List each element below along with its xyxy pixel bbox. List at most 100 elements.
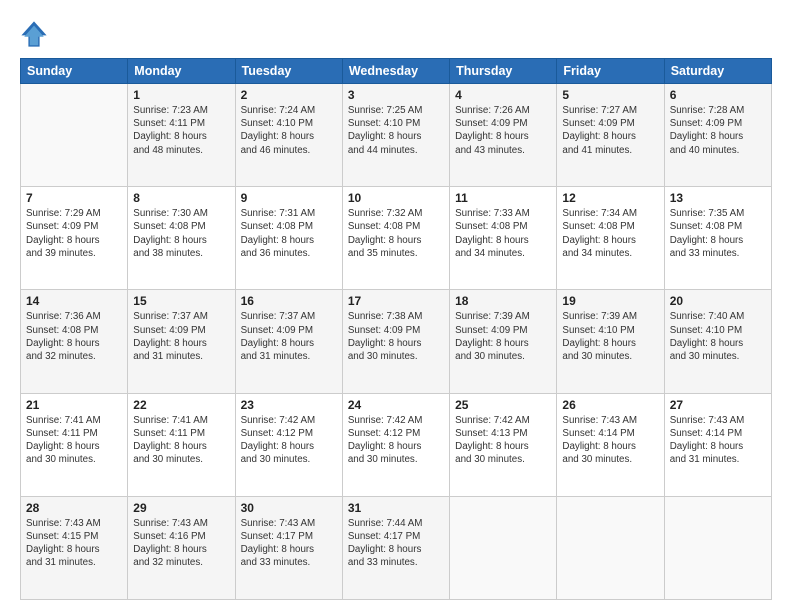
day-number: 28 — [26, 501, 122, 515]
day-info: Sunrise: 7:32 AM Sunset: 4:08 PM Dayligh… — [348, 207, 444, 260]
logo-icon — [20, 20, 48, 48]
day-cell: 18 Sunrise: 7:39 AM Sunset: 4:09 PM Dayli… — [450, 290, 557, 393]
day-number: 1 — [133, 88, 229, 102]
day-info: Sunrise: 7:41 AM Sunset: 4:11 PM Dayligh… — [133, 414, 229, 467]
day-cell: 8 Sunrise: 7:30 AM Sunset: 4:08 PM Daylig… — [128, 187, 235, 290]
day-cell: 5Sunrise: 7:27 AM Sunset: 4:09 PM Daylig… — [557, 84, 664, 187]
day-cell: 4Sunrise: 7:26 AM Sunset: 4:09 PM Daylig… — [450, 84, 557, 187]
day-number: 22 — [133, 398, 229, 412]
day-number: 7 — [26, 191, 122, 205]
day-info: Sunrise: 7:37 AM Sunset: 4:09 PM Dayligh… — [133, 310, 229, 363]
day-cell: 25 Sunrise: 7:42 AM Sunset: 4:13 PM Dayli… — [450, 393, 557, 496]
day-info: Sunrise: 7:27 AM Sunset: 4:09 PM Dayligh… — [562, 104, 658, 157]
day-cell: 17 Sunrise: 7:38 AM Sunset: 4:09 PM Dayli… — [342, 290, 449, 393]
day-info: Sunrise: 7:38 AM Sunset: 4:09 PM Dayligh… — [348, 310, 444, 363]
day-cell — [664, 496, 771, 599]
day-number: 2 — [241, 88, 337, 102]
day-cell: 29 Sunrise: 7:43 AM Sunset: 4:16 PM Dayli… — [128, 496, 235, 599]
page: SundayMondayTuesdayWednesdayThursdayFrid… — [0, 0, 792, 612]
day-number: 15 — [133, 294, 229, 308]
day-cell: 12 Sunrise: 7:34 AM Sunset: 4:08 PM Dayli… — [557, 187, 664, 290]
col-header-tuesday: Tuesday — [235, 59, 342, 84]
day-info: Sunrise: 7:31 AM Sunset: 4:08 PM Dayligh… — [241, 207, 337, 260]
day-info: Sunrise: 7:44 AM Sunset: 4:17 PM Dayligh… — [348, 517, 444, 570]
day-number: 12 — [562, 191, 658, 205]
week-row-1: 1Sunrise: 7:23 AM Sunset: 4:11 PM Daylig… — [21, 84, 772, 187]
day-number: 17 — [348, 294, 444, 308]
day-info: Sunrise: 7:29 AM Sunset: 4:09 PM Dayligh… — [26, 207, 122, 260]
col-header-saturday: Saturday — [664, 59, 771, 84]
day-info: Sunrise: 7:43 AM Sunset: 4:15 PM Dayligh… — [26, 517, 122, 570]
col-header-friday: Friday — [557, 59, 664, 84]
day-number: 19 — [562, 294, 658, 308]
day-info: Sunrise: 7:26 AM Sunset: 4:09 PM Dayligh… — [455, 104, 551, 157]
day-cell: 26Sunrise: 7:43 AM Sunset: 4:14 PM Dayli… — [557, 393, 664, 496]
calendar-table: SundayMondayTuesdayWednesdayThursdayFrid… — [20, 58, 772, 600]
week-row-5: 28 Sunrise: 7:43 AM Sunset: 4:15 PM Dayli… — [21, 496, 772, 599]
col-header-monday: Monday — [128, 59, 235, 84]
day-info: Sunrise: 7:36 AM Sunset: 4:08 PM Dayligh… — [26, 310, 122, 363]
day-number: 24 — [348, 398, 444, 412]
day-cell: 27 Sunrise: 7:43 AM Sunset: 4:14 PM Dayli… — [664, 393, 771, 496]
day-cell: 10Sunrise: 7:32 AM Sunset: 4:08 PM Dayli… — [342, 187, 449, 290]
day-info: Sunrise: 7:42 AM Sunset: 4:13 PM Dayligh… — [455, 414, 551, 467]
day-info: Sunrise: 7:28 AM Sunset: 4:09 PM Dayligh… — [670, 104, 766, 157]
day-info: Sunrise: 7:41 AM Sunset: 4:11 PM Dayligh… — [26, 414, 122, 467]
day-number: 21 — [26, 398, 122, 412]
day-header-row: SundayMondayTuesdayWednesdayThursdayFrid… — [21, 59, 772, 84]
day-info: Sunrise: 7:33 AM Sunset: 4:08 PM Dayligh… — [455, 207, 551, 260]
day-info: Sunrise: 7:42 AM Sunset: 4:12 PM Dayligh… — [348, 414, 444, 467]
day-number: 30 — [241, 501, 337, 515]
day-cell: 6 Sunrise: 7:28 AM Sunset: 4:09 PM Daylig… — [664, 84, 771, 187]
day-number: 8 — [133, 191, 229, 205]
day-info: Sunrise: 7:25 AM Sunset: 4:10 PM Dayligh… — [348, 104, 444, 157]
day-number: 16 — [241, 294, 337, 308]
day-cell: 3 Sunrise: 7:25 AM Sunset: 4:10 PM Daylig… — [342, 84, 449, 187]
col-header-wednesday: Wednesday — [342, 59, 449, 84]
day-number: 14 — [26, 294, 122, 308]
day-cell: 31 Sunrise: 7:44 AM Sunset: 4:17 PM Dayli… — [342, 496, 449, 599]
day-cell: 1Sunrise: 7:23 AM Sunset: 4:11 PM Daylig… — [128, 84, 235, 187]
day-cell: 9 Sunrise: 7:31 AM Sunset: 4:08 PM Daylig… — [235, 187, 342, 290]
day-cell: 16 Sunrise: 7:37 AM Sunset: 4:09 PM Dayli… — [235, 290, 342, 393]
day-number: 9 — [241, 191, 337, 205]
day-cell — [450, 496, 557, 599]
day-cell: 2 Sunrise: 7:24 AM Sunset: 4:10 PM Daylig… — [235, 84, 342, 187]
day-cell — [21, 84, 128, 187]
day-cell: 30 Sunrise: 7:43 AM Sunset: 4:17 PM Dayli… — [235, 496, 342, 599]
day-number: 13 — [670, 191, 766, 205]
day-info: Sunrise: 7:40 AM Sunset: 4:10 PM Dayligh… — [670, 310, 766, 363]
day-info: Sunrise: 7:43 AM Sunset: 4:16 PM Dayligh… — [133, 517, 229, 570]
week-row-4: 21 Sunrise: 7:41 AM Sunset: 4:11 PM Dayli… — [21, 393, 772, 496]
day-info: Sunrise: 7:35 AM Sunset: 4:08 PM Dayligh… — [670, 207, 766, 260]
day-number: 6 — [670, 88, 766, 102]
day-info: Sunrise: 7:24 AM Sunset: 4:10 PM Dayligh… — [241, 104, 337, 157]
day-number: 29 — [133, 501, 229, 515]
day-cell: 15 Sunrise: 7:37 AM Sunset: 4:09 PM Dayli… — [128, 290, 235, 393]
day-cell — [557, 496, 664, 599]
day-cell: 23Sunrise: 7:42 AM Sunset: 4:12 PM Dayli… — [235, 393, 342, 496]
day-info: Sunrise: 7:37 AM Sunset: 4:09 PM Dayligh… — [241, 310, 337, 363]
week-row-3: 14 Sunrise: 7:36 AM Sunset: 4:08 PM Dayli… — [21, 290, 772, 393]
day-cell: 28 Sunrise: 7:43 AM Sunset: 4:15 PM Dayli… — [21, 496, 128, 599]
day-number: 25 — [455, 398, 551, 412]
day-cell: 20 Sunrise: 7:40 AM Sunset: 4:10 PM Dayli… — [664, 290, 771, 393]
col-header-thursday: Thursday — [450, 59, 557, 84]
day-number: 3 — [348, 88, 444, 102]
day-info: Sunrise: 7:43 AM Sunset: 4:14 PM Dayligh… — [670, 414, 766, 467]
day-number: 27 — [670, 398, 766, 412]
day-cell: 13 Sunrise: 7:35 AM Sunset: 4:08 PM Dayli… — [664, 187, 771, 290]
day-number: 20 — [670, 294, 766, 308]
day-cell: 19Sunrise: 7:39 AM Sunset: 4:10 PM Dayli… — [557, 290, 664, 393]
day-info: Sunrise: 7:30 AM Sunset: 4:08 PM Dayligh… — [133, 207, 229, 260]
day-info: Sunrise: 7:43 AM Sunset: 4:17 PM Dayligh… — [241, 517, 337, 570]
day-number: 18 — [455, 294, 551, 308]
day-info: Sunrise: 7:43 AM Sunset: 4:14 PM Dayligh… — [562, 414, 658, 467]
day-cell: 21 Sunrise: 7:41 AM Sunset: 4:11 PM Dayli… — [21, 393, 128, 496]
day-number: 11 — [455, 191, 551, 205]
day-number: 31 — [348, 501, 444, 515]
day-info: Sunrise: 7:34 AM Sunset: 4:08 PM Dayligh… — [562, 207, 658, 260]
day-info: Sunrise: 7:39 AM Sunset: 4:09 PM Dayligh… — [455, 310, 551, 363]
day-cell: 22 Sunrise: 7:41 AM Sunset: 4:11 PM Dayli… — [128, 393, 235, 496]
day-cell: 24 Sunrise: 7:42 AM Sunset: 4:12 PM Dayli… — [342, 393, 449, 496]
